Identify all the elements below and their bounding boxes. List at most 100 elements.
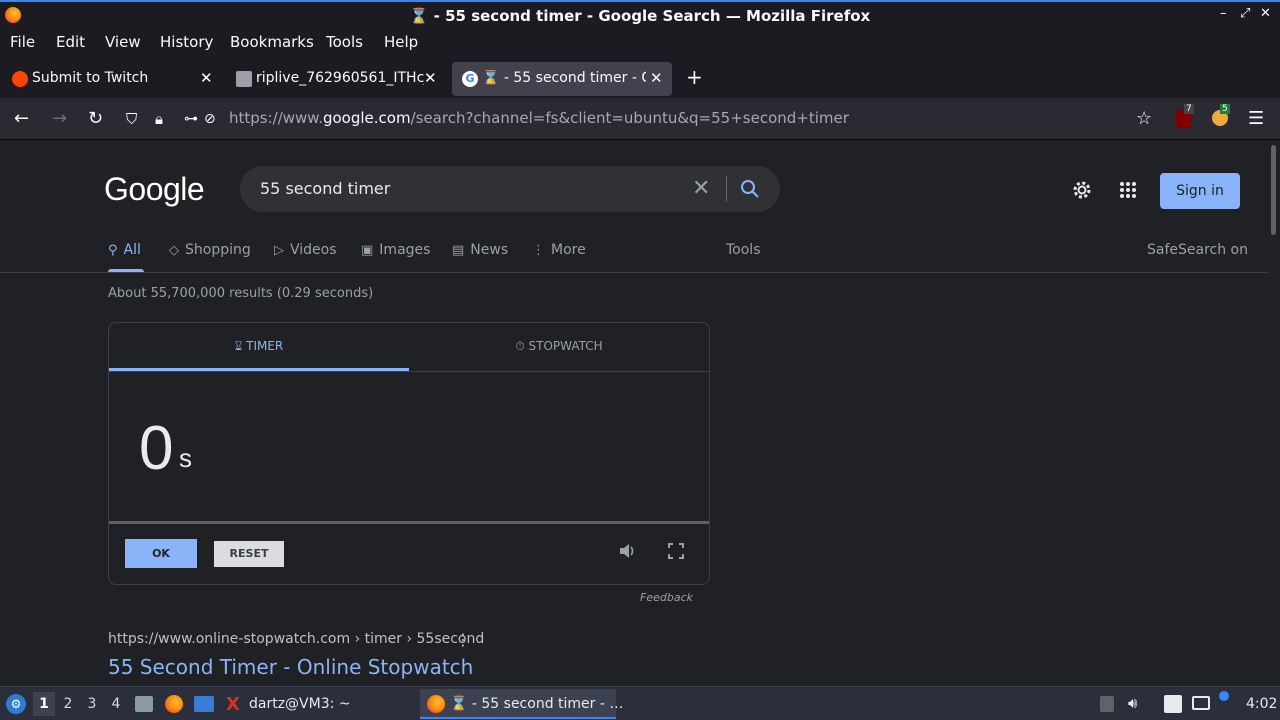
- result-title-link[interactable]: 55 Second Timer - Online Stopwatch: [108, 655, 473, 679]
- tab-timer[interactable]: ⌛︎ TIMER: [109, 323, 409, 371]
- menu-edit[interactable]: Edit: [56, 33, 85, 51]
- stopwatch-icon: ⏱︎: [515, 339, 529, 353]
- tab-label: Submit to Twitch: [32, 70, 149, 86]
- active-tab-indicator: [109, 368, 409, 371]
- file-icon: [236, 71, 252, 87]
- close-window-button[interactable]: ✕: [1260, 6, 1271, 21]
- clear-icon[interactable]: ✕: [692, 176, 710, 201]
- back-icon[interactable]: ←: [14, 108, 29, 129]
- search-divider: [726, 176, 727, 202]
- shield-icon[interactable]: ⛉: [126, 110, 137, 128]
- maximize-button[interactable]: ⤢: [1240, 6, 1250, 21]
- scrollbar-thumb[interactable]: [1271, 145, 1276, 235]
- close-tab-icon[interactable]: ✕: [650, 69, 663, 87]
- workspace-4[interactable]: 4: [105, 692, 127, 716]
- reset-button[interactable]: RESET: [214, 541, 284, 567]
- apps-grid-icon[interactable]: [1119, 181, 1137, 199]
- extension-badge: 5: [1220, 104, 1230, 114]
- tab-all[interactable]: ⚲ All: [108, 242, 141, 258]
- update-icon[interactable]: [1219, 691, 1229, 701]
- new-tab-button[interactable]: +: [686, 65, 703, 89]
- fullscreen-icon[interactable]: [668, 543, 684, 559]
- page-scrollbar[interactable]: [1268, 141, 1280, 686]
- minimize-button[interactable]: –: [1220, 6, 1227, 21]
- workspace-2[interactable]: 2: [57, 692, 79, 716]
- volume-tray-icon[interactable]: 🔊︎: [1128, 694, 1137, 712]
- network-icon[interactable]: [1192, 696, 1210, 710]
- tab-shopping[interactable]: ◇ Shopping: [169, 242, 251, 258]
- divider: [109, 371, 709, 372]
- menu-view[interactable]: View: [105, 33, 141, 51]
- timer-value[interactable]: 0: [139, 413, 173, 484]
- forward-icon[interactable]: →: [52, 108, 67, 129]
- reload-icon[interactable]: ↻: [88, 108, 103, 129]
- search-query[interactable]: 55 second timer: [260, 179, 390, 198]
- search-icon[interactable]: [740, 179, 760, 199]
- firefox-launcher-icon[interactable]: [165, 695, 183, 713]
- hourglass-icon: ⌛︎: [234, 339, 247, 353]
- reddit-icon: [12, 71, 28, 87]
- tag-icon: ◇: [169, 243, 179, 258]
- lock-icon[interactable]: 🔒︎: [155, 110, 163, 128]
- tracking-off-icon[interactable]: ⊘: [204, 111, 216, 127]
- tab-images[interactable]: ▣ Images: [361, 242, 430, 258]
- clipboard-icon[interactable]: [1164, 695, 1182, 713]
- url-bar[interactable]: https://www.google.com/search?channel=fs…: [229, 109, 849, 127]
- menu-hamburger-icon[interactable]: ☰: [1248, 108, 1264, 129]
- start-menu-icon[interactable]: ⚙: [6, 694, 26, 714]
- result-url[interactable]: https://www.online-stopwatch.com › timer…: [108, 631, 484, 647]
- menu-tools[interactable]: Tools: [326, 33, 363, 51]
- news-icon: ▤: [452, 243, 465, 258]
- tab-riplive[interactable]: riplive_762960561_ITHcJ ✕: [226, 62, 446, 96]
- tab-55-second-timer[interactable]: G ⌛ - 55 second timer - Goo ✕: [452, 62, 672, 96]
- menu-history[interactable]: History: [160, 33, 213, 51]
- permissions-icon[interactable]: ⊶: [184, 111, 198, 127]
- feedback-link[interactable]: Feedback: [640, 591, 693, 604]
- sign-in-button[interactable]: Sign in: [1160, 173, 1240, 209]
- terminal-task[interactable]: dartz@VM3: ~: [249, 696, 351, 712]
- file-manager-icon[interactable]: [135, 696, 153, 712]
- result-stats: About 55,700,000 results (0.29 seconds): [108, 286, 374, 301]
- google-icon: G: [462, 71, 478, 87]
- more-vert-icon: ⋮: [532, 243, 545, 258]
- volume-icon[interactable]: [618, 542, 636, 560]
- workspace-3[interactable]: 3: [81, 692, 103, 716]
- bookmark-star-icon[interactable]: ☆: [1136, 108, 1152, 129]
- google-logo[interactable]: Google: [104, 171, 205, 208]
- taskbar: ⚙ 1 2 3 4 X dartz@VM3: ~ ⌛ - 55 second t…: [0, 686, 1280, 720]
- window-title: ⌛ - 55 second timer - Google Search — Mo…: [409, 7, 871, 25]
- search-input[interactable]: 55 second timer ✕: [240, 166, 780, 212]
- tab-videos[interactable]: ▷ Videos: [274, 242, 337, 258]
- more-options-icon[interactable]: ⋮: [455, 630, 471, 649]
- settings-gear-icon[interactable]: [1071, 179, 1093, 201]
- notification-icon[interactable]: [1100, 696, 1114, 712]
- tab-news[interactable]: ▤ News: [452, 242, 508, 258]
- menu-help[interactable]: Help: [384, 33, 418, 51]
- tab-more[interactable]: ⋮ More: [532, 242, 586, 258]
- tab-submit-to-twitch[interactable]: Submit to Twitch ✕: [2, 62, 220, 96]
- firefox-icon: [427, 695, 445, 713]
- timer-unit: s: [179, 443, 192, 473]
- ok-button[interactable]: OK: [125, 539, 197, 568]
- firefox-task[interactable]: ⌛ - 55 second timer - …: [420, 689, 623, 719]
- tab-bar: Submit to Twitch ✕ riplive_762960561_ITH…: [0, 58, 1280, 98]
- workspace-1[interactable]: 1: [33, 692, 55, 716]
- desktop-icon[interactable]: [194, 696, 214, 712]
- page-content: Google 55 second timer ✕ Sign in ⚲ All ◇ S…: [0, 141, 1268, 686]
- close-tab-icon[interactable]: ✕: [424, 69, 437, 87]
- safesearch-toggle[interactable]: SafeSearch on: [1147, 242, 1248, 258]
- navigation-bar: ← → ↻ ⛉ 🔒︎ ⊶ ⊘ https://www.google.com/se…: [0, 98, 1280, 140]
- menu-bookmarks[interactable]: Bookmarks: [230, 33, 314, 51]
- menu-bar: File Edit View History Bookmarks Tools H…: [0, 30, 1280, 58]
- tab-stopwatch[interactable]: ⏱︎ STOPWATCH: [409, 323, 709, 371]
- close-tab-icon[interactable]: ✕: [200, 69, 213, 87]
- tools-button[interactable]: Tools: [726, 242, 761, 258]
- firefox-task-label: ⌛ - 55 second timer - …: [450, 696, 624, 712]
- search-icon: ⚲: [108, 243, 118, 258]
- menu-file[interactable]: File: [10, 33, 35, 51]
- timer-widget: ⌛︎ TIMER ⏱︎ STOPWATCH 0 s OK RESET: [108, 322, 710, 585]
- tab-label: riplive_762960561_ITHcJ: [256, 70, 424, 86]
- clock[interactable]: 4:02: [1246, 696, 1277, 712]
- ublock-badge: 7: [1184, 104, 1194, 114]
- play-icon: ▷: [274, 243, 284, 258]
